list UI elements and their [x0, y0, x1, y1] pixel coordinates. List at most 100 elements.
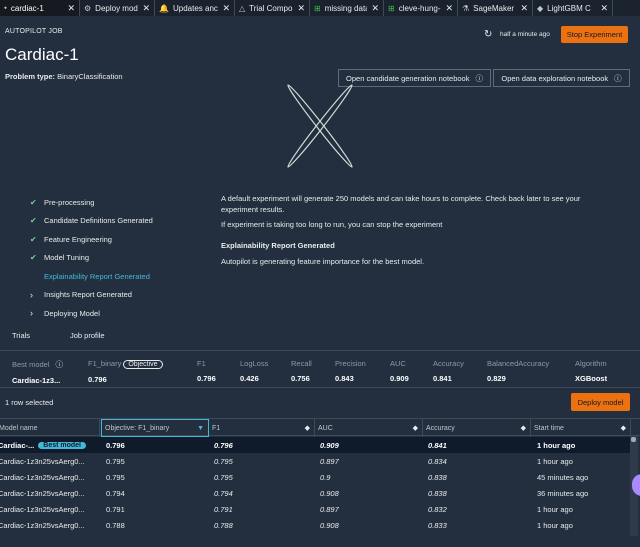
sort-icon[interactable]: ◆ — [521, 424, 526, 432]
message-line: experiment results. — [221, 205, 285, 214]
close-tab-icon[interactable]: ✕ — [222, 3, 230, 14]
cell-text: 36 minutes ago — [537, 488, 589, 498]
metric-header-label: BalancedAccuracy — [487, 359, 550, 368]
stop-experiment-button[interactable]: Stop Experiment — [561, 26, 628, 43]
table-cell-objective: 0.795 — [106, 469, 125, 485]
sort-icon[interactable]: ◆ — [621, 424, 626, 432]
table-cell-name: Cardiac-1z3n25vsAerg0... — [0, 469, 85, 485]
best-model-metric: Precision 0.843 — [335, 359, 366, 383]
best-model-badge: Best model — [38, 441, 86, 449]
tab-icon: ⊞ — [388, 3, 395, 13]
exploration-button-label: Open data exploration notebook — [501, 73, 609, 83]
tab-job-profile[interactable]: Job profile — [70, 331, 105, 340]
open-candidate-notebook-button[interactable]: Open candidate generation notebook ⓘ — [338, 69, 491, 87]
column-header[interactable]: Model name — [0, 419, 100, 437]
open-exploration-notebook-button[interactable]: Open data exploration notebook ⓘ — [493, 69, 630, 87]
table-cell-name: Cardiac-1z3n25vsAerg0... — [0, 453, 85, 469]
browser-tab[interactable]: 🔔 Updates anc ✕ — [155, 0, 235, 16]
metric-header: AUC — [390, 359, 409, 368]
close-tab-icon[interactable]: ✕ — [600, 3, 608, 14]
browser-tab[interactable]: ◆ LightGBM C ✕ — [533, 0, 613, 16]
close-tab-icon[interactable]: ✕ — [445, 3, 453, 14]
sort-descending-icon[interactable]: ▼ — [197, 425, 204, 432]
browser-tab[interactable]: ⚗ SageMaker . ✕ — [458, 0, 533, 16]
cell-text: Cardiac-1z3n25vsAerg0... — [0, 488, 85, 498]
metric-header-label: Recall — [291, 359, 312, 368]
scrollbar-thumb[interactable] — [631, 437, 636, 442]
table-row[interactable]: Cardiac-... Best model 0.796 0.796 0.909 0.84… — [0, 437, 632, 453]
best-model-metric: BalancedAccuracy 0.829 — [487, 359, 549, 383]
message-heading: Explainability Report Generated — [221, 241, 335, 250]
progress-step[interactable]: › Deploying Model — [30, 304, 210, 323]
refresh-time: half a minute ago — [500, 31, 550, 38]
table-cell-start: 1 hour ago — [537, 501, 573, 517]
browser-tab[interactable]: ⬩ cardiac-1 ✕ — [0, 0, 80, 16]
cell-text: Cardiac-1z3n25vsAerg0... — [0, 456, 85, 466]
cell-text: 0.791 — [214, 504, 233, 514]
table-cell-auc: 0.909 — [320, 437, 339, 453]
column-header[interactable]: Objective: F1_binary ▼ — [101, 419, 209, 437]
table-cell-objective: 0.791 — [106, 501, 125, 517]
tab-label: Updates anc — [172, 3, 218, 13]
column-header-label: Objective: F1_binary — [105, 424, 170, 432]
metric-value: 0.843 — [335, 374, 354, 383]
metric-header: F1_binary Objective — [88, 359, 163, 369]
best-model-metric: AUC 0.909 — [390, 359, 409, 383]
column-header[interactable]: Accuracy ◆ — [423, 419, 531, 437]
check-icon: ✔ — [30, 216, 37, 226]
metric-header: Algorithm — [575, 359, 607, 368]
cell-text: 0.788 — [214, 520, 233, 530]
table-cell-start: 1 hour ago — [537, 437, 575, 453]
progress-step: ✔ Model Tuning — [30, 249, 210, 268]
browser-tab[interactable]: △ Trial Compo ✕ — [235, 0, 310, 16]
table-row[interactable]: Cardiac-1z3n25vsAerg0... 0.795 0.795 0.897 0… — [0, 453, 632, 469]
tab-icon: ◆ — [537, 3, 544, 13]
close-tab-icon[interactable]: ✕ — [67, 3, 75, 14]
cell-text: 1 hour ago — [537, 456, 573, 466]
table-row[interactable]: Cardiac-1z3n25vsAerg0... 0.788 0.788 0.908 0… — [0, 517, 632, 533]
column-header[interactable]: AUC ◆ — [315, 419, 423, 437]
best-model-metric: F1_binary Objective 0.796 — [88, 359, 163, 384]
cell-text: 1 hour ago — [537, 440, 576, 450]
table-row[interactable]: Cardiac-1z3n25vsAerg0... 0.795 0.795 0.9 0.8… — [0, 469, 632, 485]
deploy-model-button[interactable]: Deploy model — [571, 393, 630, 411]
table-cell-accuracy: 0.834 — [428, 453, 447, 469]
progress-step-label: Explainability Report Generated — [44, 271, 150, 281]
tab-trials[interactable]: Trials — [12, 331, 30, 340]
close-tab-icon[interactable]: ✕ — [520, 3, 528, 14]
refresh-icon[interactable]: ↻ — [484, 29, 492, 40]
metric-header-label: Algorithm — [575, 359, 607, 368]
cell-text: 0.908 — [320, 520, 339, 530]
table-cell-objective: 0.795 — [106, 453, 125, 469]
column-header-label: Accuracy — [426, 424, 455, 432]
metric-value: 0.796 — [88, 375, 107, 384]
table-cell-objective: 0.796 — [106, 437, 125, 453]
table-cell-f1: 0.795 — [214, 453, 233, 469]
close-tab-icon[interactable]: ✕ — [371, 3, 379, 14]
tab-label: LightGBM C — [547, 3, 591, 13]
table-row[interactable]: Cardiac-1z3n25vsAerg0... 0.794 0.794 0.908 0… — [0, 485, 632, 501]
sort-icon[interactable]: ◆ — [305, 424, 310, 432]
close-tab-icon[interactable]: ✕ — [297, 3, 305, 14]
metric-header-label: Precision — [335, 359, 366, 368]
sort-icon[interactable]: ◆ — [413, 424, 418, 432]
message-line: A default experiment will generate 250 m… — [221, 194, 581, 203]
table-cell-objective: 0.788 — [106, 517, 125, 533]
objective-badge: Objective — [123, 360, 163, 369]
close-tab-icon[interactable]: ✕ — [142, 3, 150, 14]
browser-tab[interactable]: ⚙ Deploy mod ✕ — [80, 0, 155, 16]
best-model-metric: Algorithm XGBoost — [575, 359, 607, 383]
progress-step[interactable]: › Insights Report Generated — [30, 286, 210, 305]
browser-tab[interactable]: ⊞ missing data ✕ — [310, 0, 384, 16]
progress-steps: ✔ Pre-processing ✔ Candidate Definitions Ge… — [30, 193, 210, 323]
info-icon[interactable]: ⓘ — [56, 360, 64, 369]
progress-step[interactable]: Explainability Report Generated — [30, 267, 210, 286]
cell-text: 0.908 — [320, 488, 339, 498]
column-header[interactable]: Start time ◆ — [531, 419, 631, 437]
metric-header-label: F1 — [197, 359, 206, 368]
column-header[interactable]: F1 ◆ — [209, 419, 315, 437]
tab-icon: ⚗ — [462, 3, 470, 13]
cell-text: 0.832 — [428, 504, 447, 514]
table-row[interactable]: Cardiac-1z3n25vsAerg0... 0.791 0.791 0.897 0… — [0, 501, 632, 517]
browser-tab[interactable]: ⊞ cleve-hung- ✕ — [384, 0, 458, 16]
